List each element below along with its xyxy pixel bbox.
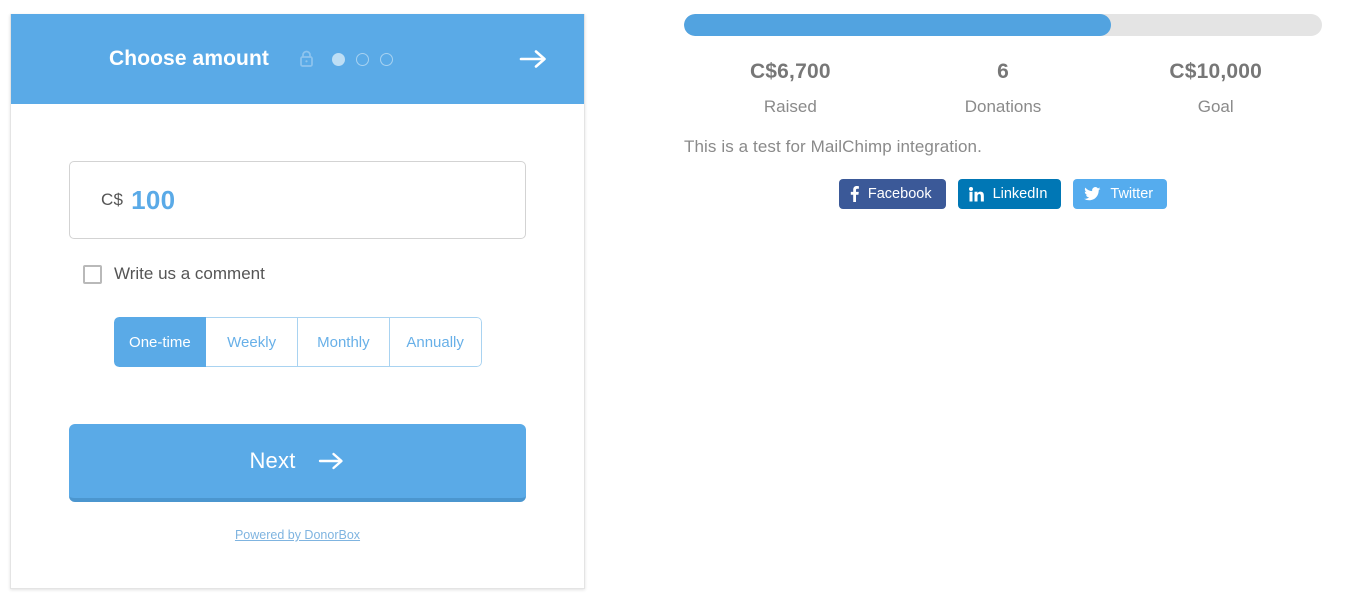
share-linkedin-label: LinkedIn <box>992 186 1048 202</box>
share-facebook-label: Facebook <box>867 186 932 202</box>
stat-donations-value: 6 <box>997 60 1009 83</box>
campaign-description: This is a test for MailChimp integration… <box>684 137 982 156</box>
write-comment-row[interactable]: Write us a comment <box>83 264 265 284</box>
donation-form-header: Choose amount <box>11 14 584 104</box>
arrow-right-icon <box>318 451 346 471</box>
share-linkedin-button[interactable]: LinkedIn <box>957 179 1062 209</box>
page-title: Choose amount <box>109 47 269 70</box>
step-dot-2[interactable] <box>355 52 369 66</box>
next-button[interactable]: Next <box>69 424 526 502</box>
stat-donations: 6 Donations <box>897 60 1110 117</box>
donation-form-card: Choose amount C$ 100 Write us a comment … <box>10 14 585 589</box>
frequency-tab-monthly[interactable]: Monthly <box>298 317 390 367</box>
step-dot-3[interactable] <box>379 52 393 66</box>
write-comment-checkbox[interactable] <box>83 264 102 284</box>
next-button-label: Next <box>249 448 296 473</box>
stat-goal: C$10,000 Goal <box>1109 60 1322 117</box>
stat-raised-value: C$6,700 <box>749 60 831 83</box>
stat-raised-label: Raised <box>763 97 817 116</box>
step-dot-1[interactable] <box>331 52 345 66</box>
share-facebook-button[interactable]: Facebook <box>838 179 946 209</box>
goal-progress-bar <box>684 14 1322 36</box>
stat-goal-value: C$10,000 <box>1169 60 1263 83</box>
frequency-tab-one-time[interactable]: One-time <box>113 317 207 367</box>
donation-form-body: C$ 100 Write us a comment One-time Weekl… <box>11 161 584 544</box>
frequency-tab-weekly[interactable]: Weekly <box>206 317 298 367</box>
lock-icon <box>299 50 314 68</box>
linkedin-icon <box>968 186 984 202</box>
twitter-icon <box>1084 187 1101 201</box>
share-twitter-label: Twitter <box>1110 186 1154 202</box>
share-buttons: Facebook LinkedIn Twitter <box>684 179 1322 209</box>
facebook-icon <box>850 186 859 202</box>
campaign-panel: C$6,700 Raised 6 Donations C$10,000 Goal… <box>684 14 1322 209</box>
stat-donations-label: Donations <box>964 97 1042 116</box>
stat-raised: C$6,700 Raised <box>684 60 897 117</box>
powered-by: Powered by DonorBox <box>11 526 584 544</box>
frequency-tab-annually[interactable]: Annually <box>389 317 482 367</box>
amount-input[interactable]: C$ 100 <box>69 161 526 239</box>
write-comment-label: Write us a comment <box>114 264 265 283</box>
powered-by-link[interactable]: Powered by DonorBox <box>235 528 360 542</box>
step-indicator <box>331 52 393 66</box>
header-next-arrow-icon[interactable] <box>519 48 549 70</box>
frequency-tabs: One-time Weekly Monthly Annually <box>113 317 482 367</box>
share-twitter-button[interactable]: Twitter <box>1073 179 1168 209</box>
amount-value: 100 <box>131 184 176 215</box>
stat-goal-label: Goal <box>1197 97 1234 116</box>
campaign-stats: C$6,700 Raised 6 Donations C$10,000 Goal <box>684 60 1322 117</box>
currency-symbol: C$ <box>101 190 124 209</box>
goal-progress-fill <box>684 14 1112 36</box>
